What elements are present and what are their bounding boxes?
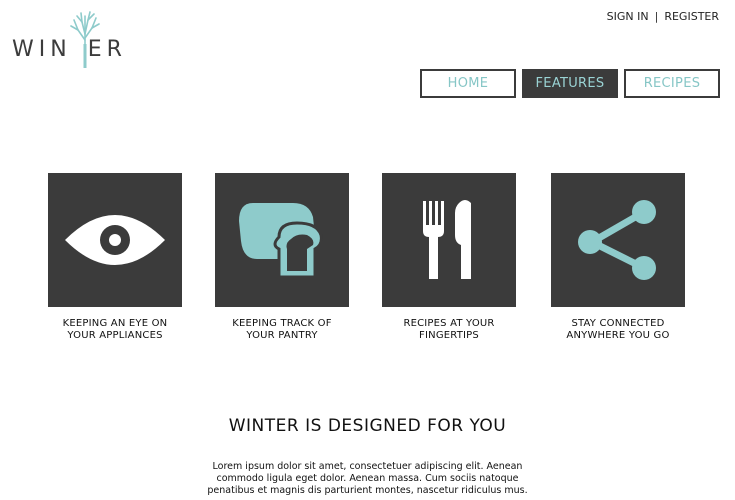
logo[interactable]: WIN ER — [12, 8, 152, 68]
feature-tile — [215, 173, 349, 307]
body-copy-line: penatibus et magnis dis parturient monte… — [207, 485, 528, 496]
nav-recipes-button[interactable]: RECIPES — [624, 69, 720, 98]
feature-caption: RECIPES AT YOUR FINGERTIPS — [382, 318, 516, 342]
body-copy-line: Lorem ipsum dolor sit amet, consectetuer… — [212, 461, 523, 472]
features-section: KEEPING AN EYE ON YOUR APPLIANCES KEEPIN… — [48, 173, 685, 343]
feature-connected[interactable]: STAY CONNECTED ANYWHERE YOU GO — [551, 173, 685, 342]
feature-caption: STAY CONNECTED ANYWHERE YOU GO — [551, 318, 685, 342]
brand-wordmark: WIN ER — [12, 37, 127, 62]
feature-caption-line1: KEEPING TRACK OF — [232, 318, 332, 329]
feature-caption-line1: STAY CONNECTED — [571, 318, 665, 329]
bread-icon — [239, 203, 323, 279]
fork-knife-icon — [423, 200, 471, 279]
body-copy: Lorem ipsum dolor sit amet, consectetuer… — [0, 461, 735, 497]
main-nav: HOME FEATURES RECIPES — [420, 69, 720, 98]
feature-caption-line1: RECIPES AT YOUR — [403, 318, 495, 329]
feature-caption-line2: YOUR APPLIANCES — [67, 330, 163, 341]
body-copy-line: commodo ligula eget dolor. Aenean massa.… — [216, 473, 519, 484]
feature-tile — [551, 173, 685, 307]
section-heading: WINTER IS DESIGNED FOR YOU — [228, 416, 507, 436]
sign-in-link[interactable]: SIGN IN — [607, 10, 649, 23]
feature-caption-line2: YOUR PANTRY — [246, 330, 318, 341]
feature-tile — [382, 173, 516, 307]
account-links: SIGN IN | REGISTER — [607, 10, 719, 23]
share-icon — [578, 200, 656, 280]
feature-appliances[interactable]: KEEPING AN EYE ON YOUR APPLIANCES — [48, 173, 182, 342]
brand-name-part1: WIN — [12, 37, 72, 62]
brand-name-part2: ER — [87, 37, 127, 62]
feature-recipes[interactable]: RECIPES AT YOUR FINGERTIPS — [382, 173, 516, 342]
feature-tile — [48, 173, 182, 307]
feature-pantry[interactable]: KEEPING TRACK OF YOUR PANTRY — [215, 173, 349, 342]
feature-caption-line2: FINGERTIPS — [419, 330, 479, 341]
page: WIN ER SIGN IN | REGISTER HOME FEATURES R… — [0, 0, 735, 500]
nav-features-button[interactable]: FEATURES — [522, 69, 618, 98]
feature-caption: KEEPING AN EYE ON YOUR APPLIANCES — [48, 318, 182, 342]
feature-caption-line2: ANYWHERE YOU GO — [566, 330, 670, 341]
feature-caption: KEEPING TRACK OF YOUR PANTRY — [215, 318, 349, 342]
nav-home-button[interactable]: HOME — [420, 69, 516, 98]
feature-caption-line1: KEEPING AN EYE ON — [62, 318, 168, 329]
eye-icon — [65, 215, 165, 265]
register-link[interactable]: REGISTER — [664, 10, 719, 23]
account-separator: | — [654, 10, 659, 23]
